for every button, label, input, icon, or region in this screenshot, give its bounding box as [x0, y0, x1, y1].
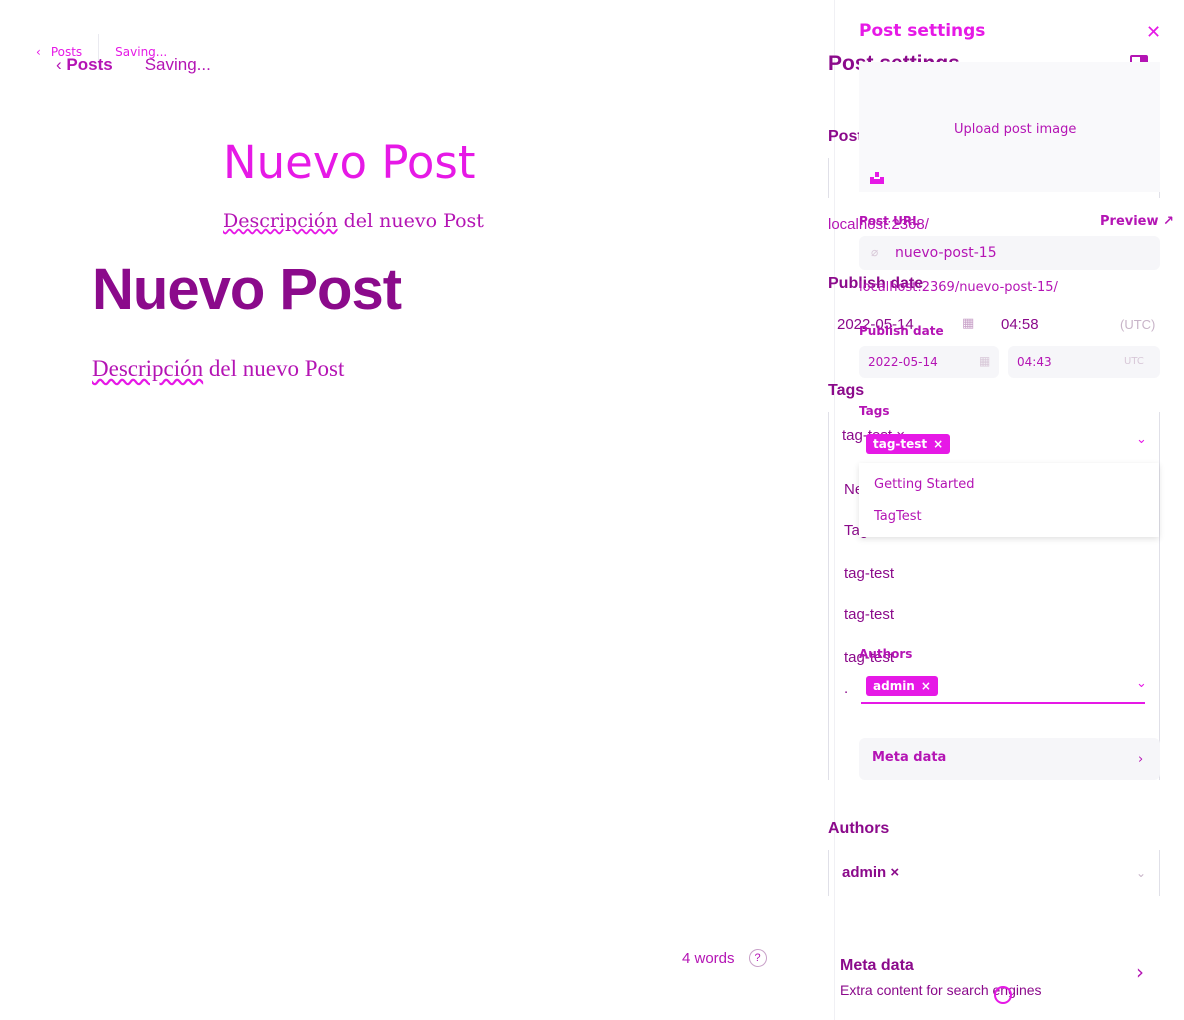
- post-title-ghost[interactable]: Nuevo Post: [223, 136, 476, 189]
- slug-value[interactable]: nuevo-post-15: [895, 245, 997, 261]
- desc-word: Descripción: [92, 356, 204, 381]
- chevron-down-icon[interactable]: ⌄: [1136, 676, 1147, 691]
- authors-label-ghost: Authors: [859, 647, 913, 661]
- desc-rest: del nuevo Post: [203, 356, 345, 381]
- tags-label-ghost: Tags: [859, 404, 890, 418]
- save-status: Saving...: [144, 55, 211, 74]
- nav-big: ‹ Posts Saving...: [56, 55, 211, 75]
- word-count-label: 4 words: [682, 949, 735, 967]
- preview-label: Preview: [1100, 214, 1159, 229]
- help-icon[interactable]: ?: [748, 949, 767, 967]
- dropdown-option[interactable]: TagTest: [874, 509, 922, 524]
- tag-chip-label: tag-test: [873, 437, 928, 451]
- meta-label-ghost: Meta data: [872, 750, 947, 765]
- post-url-label-ghost: Post URL: [859, 214, 920, 228]
- time-value: 04:43: [1017, 355, 1052, 369]
- authors-label: Authors: [828, 820, 890, 837]
- tag-option[interactable]: tag-test: [844, 606, 894, 623]
- preview-link[interactable]: Preview ↗: [1100, 214, 1174, 229]
- remove-icon[interactable]: ×: [933, 437, 943, 451]
- tag-dropdown: Getting Started TagTest: [859, 463, 1159, 537]
- post-title[interactable]: Nuevo Post: [92, 256, 402, 323]
- dropdown-option[interactable]: Getting Started: [874, 477, 975, 492]
- link-icon: ⌀: [871, 245, 879, 259]
- calendar-icon[interactable]: ▦: [962, 316, 974, 331]
- publish-time[interactable]: 04:58: [1001, 316, 1039, 333]
- publish-date-label-ghost: Publish date: [859, 324, 944, 338]
- tags-label: Tags: [828, 382, 865, 399]
- author-chip[interactable]: admin ×: [866, 676, 938, 696]
- close-icon[interactable]: ✕: [1146, 22, 1161, 43]
- full-url: localhost:2369/nuevo-post-15/: [859, 280, 1058, 295]
- meta-title[interactable]: Meta data: [840, 957, 914, 975]
- chevron-right-icon[interactable]: ›: [1138, 752, 1143, 767]
- word-count: 4 words ?: [682, 949, 767, 967]
- chevron-left-icon: ‹: [56, 55, 67, 74]
- authors-focus-line: [861, 702, 1145, 704]
- chevron-down-icon[interactable]: ⌄: [1136, 432, 1147, 447]
- upload-icon: [870, 172, 884, 184]
- date-value: 2022-05-14: [868, 355, 938, 369]
- desc-rest: del nuevo Post: [337, 210, 484, 232]
- chevron-left-icon: ‹: [36, 45, 41, 59]
- remove-icon[interactable]: ×: [921, 679, 931, 693]
- post-description-ghost[interactable]: Descripción del nuevo Post: [223, 210, 484, 232]
- post-description[interactable]: Descripción del nuevo Post: [92, 356, 344, 382]
- cursor-icon: [994, 986, 1012, 1004]
- chevron-right-icon[interactable]: ›: [1136, 960, 1144, 984]
- back-link[interactable]: ‹ Posts: [56, 55, 113, 75]
- timezone: (UTC): [1120, 317, 1156, 332]
- tag-chip[interactable]: tag-test ×: [866, 434, 951, 454]
- tag-option[interactable]: .: [844, 680, 848, 697]
- desc-word: Descripción: [223, 210, 338, 232]
- settings-title-ghost: Post settings: [859, 21, 986, 41]
- calendar-icon[interactable]: ▦: [979, 354, 990, 368]
- upload-label[interactable]: Upload post image: [954, 122, 1076, 137]
- external-link-icon: ↗: [1163, 214, 1174, 229]
- author-chip-label: admin: [873, 679, 915, 693]
- tag-option[interactable]: tag-test: [844, 565, 894, 582]
- chevron-down-icon[interactable]: ⌄: [1136, 866, 1146, 880]
- timezone-ghost: UTC: [1124, 356, 1144, 367]
- author-value[interactable]: admin ×: [842, 864, 899, 881]
